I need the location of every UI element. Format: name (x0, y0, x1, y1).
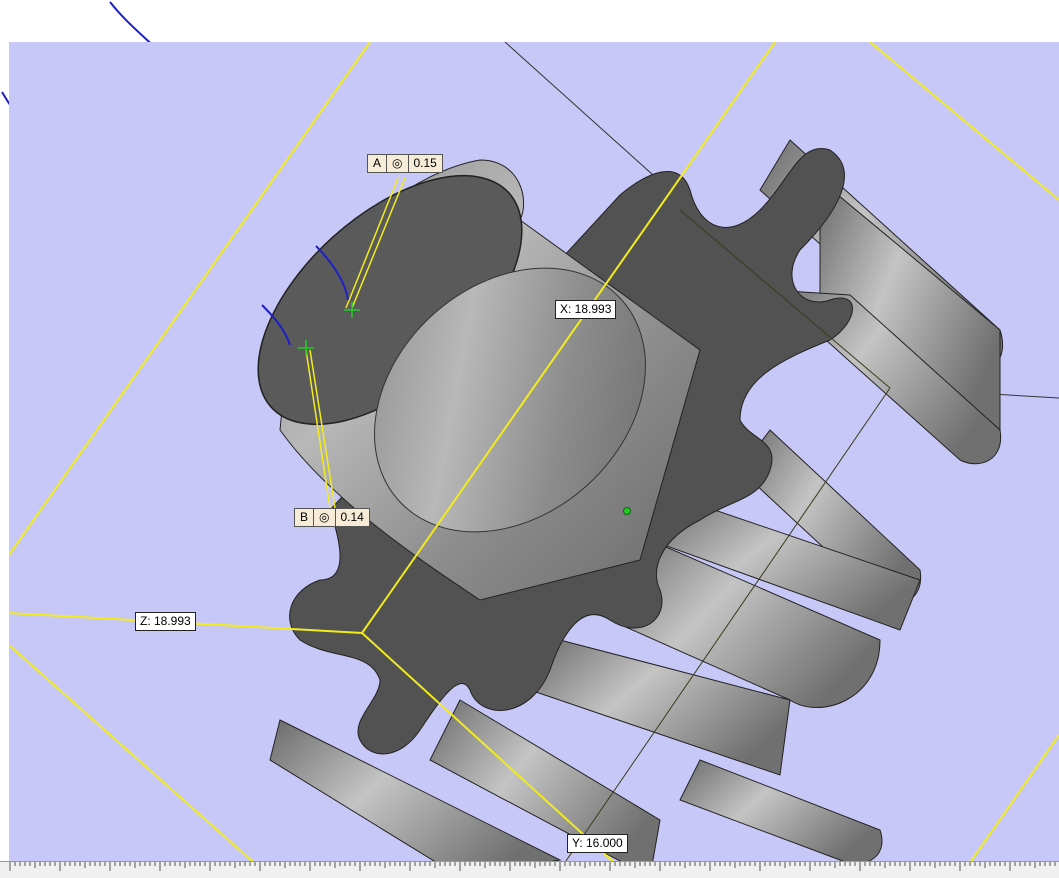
dimension-y-label[interactable]: Y: 16.000 (567, 834, 628, 853)
green-dot-icon (623, 507, 631, 515)
datum-label: A (368, 155, 388, 172)
concentricity-icon: ◎ (314, 509, 336, 526)
tolerance-value: 0.15 (413, 156, 437, 170)
tolerance-value: 0.14 (340, 510, 364, 524)
model-scene (9, 42, 1059, 861)
tolerance-frame-a[interactable]: A ◎ 0.15 (367, 154, 443, 173)
bottom-ruler (0, 861, 1059, 878)
dimension-z-label[interactable]: Z: 18.993 (135, 612, 196, 631)
concentricity-icon: ◎ (387, 155, 409, 172)
tolerance-frame-b[interactable]: B ◎ 0.14 (294, 508, 370, 527)
datum-label: B (295, 509, 315, 526)
3d-viewport[interactable]: A ◎ 0.15 B ◎ 0.14 X: 18.993 Z: 18.993 Y:… (9, 42, 1059, 861)
dimension-x-label[interactable]: X: 18.993 (555, 300, 617, 319)
